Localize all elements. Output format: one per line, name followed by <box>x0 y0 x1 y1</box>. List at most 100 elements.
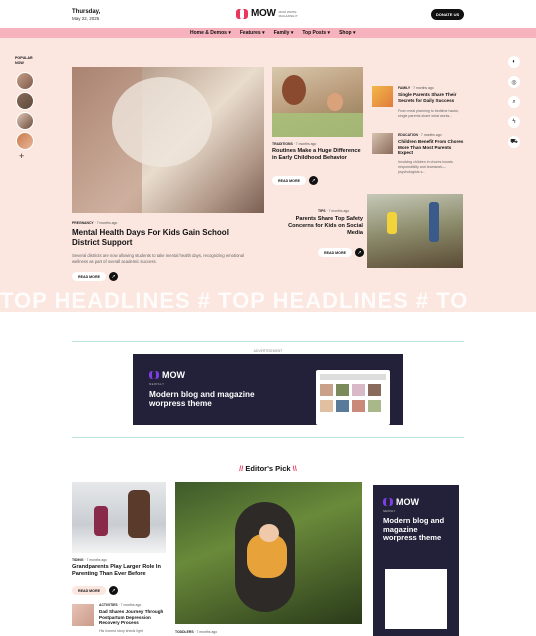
main-article-excerpt: Several districts are now allowing stude… <box>72 253 245 264</box>
article-title[interactable]: Dad Shares Journey Through Postpartum De… <box>99 609 169 626</box>
article-meta: TIDING · 7 months ago <box>72 558 108 562</box>
article-read-more[interactable]: READ MORE ↗ <box>72 586 118 595</box>
ad-headline: Modern blog and magazine worpress theme <box>383 516 445 543</box>
article-category[interactable]: TIDING <box>72 558 84 562</box>
target-icon[interactable]: ◎ <box>508 76 520 88</box>
read-more-label: READ MORE <box>272 176 306 185</box>
article-meta: TODDLERS · 7 months ago <box>175 630 218 634</box>
article-category[interactable]: EDUCATION <box>398 133 418 137</box>
current-day: Thursday, <box>72 9 101 15</box>
side-article-thumb[interactable] <box>372 86 393 107</box>
popular-thumb[interactable] <box>16 112 34 130</box>
popular-thumb[interactable] <box>16 132 34 150</box>
article-read-more[interactable]: READ MORE ↗ <box>318 248 364 257</box>
nav-family[interactable]: Family ▾ <box>274 30 294 36</box>
nav-home-demos[interactable]: Home & Demos ▾ <box>190 30 231 36</box>
arrow-right-icon: ↗ <box>308 176 318 185</box>
nav-features[interactable]: Features ▾ <box>240 30 265 36</box>
side-article-excerpt: From meal planning to bedtime hacks, sin… <box>398 109 459 119</box>
arrow-right-icon: ↗ <box>108 586 118 595</box>
slash-decoration: // <box>239 464 244 473</box>
main-article-meta: PREGNANCY · 7 months ago <box>72 221 118 225</box>
article-time: 7 months ago <box>120 603 142 607</box>
arrow-right-icon: ↗ <box>354 248 364 257</box>
article-read-more[interactable]: READ MORE ↗ <box>272 176 318 185</box>
article-category[interactable]: FAMILY <box>398 86 410 90</box>
article-category[interactable]: TRADITIONS <box>272 142 293 146</box>
slash-decoration: \\ <box>292 464 297 473</box>
ad-brand: MOW <box>396 497 419 507</box>
article-meta: TRADITIONS · 7 months ago <box>272 142 317 146</box>
article-time: 7 months ago <box>295 142 317 146</box>
article-time: 7 months ago <box>420 133 442 137</box>
article-category[interactable]: TODDLERS <box>175 630 194 634</box>
cart-icon[interactable]: ⛟ <box>508 136 520 148</box>
search-icon[interactable]: ⌕ <box>508 96 520 108</box>
ad-brand: MOW <box>162 370 185 380</box>
side-article-title[interactable]: Single Parents Share Their Secrets for D… <box>398 92 464 103</box>
lightning-icon[interactable]: ϟ <box>508 116 520 128</box>
logo-tagline: MOM WRITE MAGAZINE IT <box>278 9 298 18</box>
main-article-image[interactable] <box>72 67 264 213</box>
side-article-meta: EDUCATION · 7 months ago <box>398 133 442 137</box>
ad-headline: Modern blog and magazine worpress theme <box>149 390 255 409</box>
logo-text: MOW <box>251 8 276 19</box>
current-date: May 22, 2025 <box>72 16 100 21</box>
side-article-title[interactable]: Children Benefit From Chores More Than M… <box>398 139 464 156</box>
theme-screenshot <box>316 370 390 425</box>
article-time: 7 months ago <box>413 86 434 90</box>
article-title[interactable]: Parents Share Top Safety Concerns for Ki… <box>281 216 363 237</box>
article-image[interactable] <box>272 67 363 137</box>
article-time: 7 months ago <box>86 558 108 562</box>
article-category[interactable]: TIPS <box>318 209 326 213</box>
article-title[interactable]: Routines Make a Huge Difference in Early… <box>272 148 364 162</box>
top-bar: Thursday, May 22, 2025 MOW MOM WRITE MAG… <box>0 0 536 28</box>
theme-toggle-icon[interactable]: ◐ <box>508 56 520 68</box>
divider <box>72 437 464 438</box>
donate-button[interactable]: DONATE US <box>431 9 464 20</box>
article-thumb[interactable] <box>72 604 94 626</box>
article-time: 7 months ago <box>328 209 350 213</box>
article-title[interactable]: Grandparents Play Larger Role In Parenti… <box>72 564 168 578</box>
side-article-excerpt: Involving children in chores boosts resp… <box>398 160 453 175</box>
logo-icon <box>383 498 393 506</box>
article-time: 7 months ago <box>196 630 218 634</box>
read-more-label: READ MORE <box>72 272 106 281</box>
article-image[interactable] <box>367 194 463 268</box>
advertisement-banner[interactable]: MOW NEWSLY Modern blog and magazine worp… <box>133 354 403 425</box>
sidebar-advertisement[interactable]: MOW NEWSLY Modern blog and magazine worp… <box>373 485 459 636</box>
logo-icon <box>149 371 159 379</box>
editors-pick-heading: // Editor's Pick \\ <box>0 464 536 473</box>
popular-more-icon[interactable]: + <box>19 151 24 161</box>
hero-section: POPULAR NOW + PREGNANCY · 7 months ago M… <box>0 38 536 312</box>
nav-shop[interactable]: Shop ▾ <box>339 30 355 36</box>
article-meta: ACTIVITIES · 7 months ago <box>99 603 142 607</box>
popular-thumb[interactable] <box>16 72 34 90</box>
article-meta: TIPS · 7 months ago <box>318 209 350 213</box>
article-excerpt: His honest story sheds light <box>99 629 143 633</box>
logo-icon <box>236 8 248 19</box>
site-logo[interactable]: MOW MOM WRITE MAGAZINE IT <box>236 8 305 19</box>
theme-screenshot <box>385 569 447 629</box>
section-title: Editor's Pick <box>245 464 291 473</box>
featured-article-image[interactable] <box>175 482 362 624</box>
popular-now-label: POPULAR NOW <box>15 56 33 65</box>
side-article-meta: FAMILY · 7 months ago <box>398 86 434 90</box>
side-article-thumb[interactable] <box>372 133 393 154</box>
arrow-right-icon: ↗ <box>108 272 118 281</box>
article-category[interactable]: ACTIVITIES <box>99 603 118 607</box>
main-nav: Home & Demos ▾ Features ▾ Family ▾ Top P… <box>0 28 536 38</box>
main-article-category[interactable]: PREGNANCY <box>72 221 94 225</box>
popular-thumb[interactable] <box>16 92 34 110</box>
ad-label: ADVERTISEMENT <box>253 349 283 353</box>
ad-sub: NEWSLY <box>383 509 396 513</box>
top-headlines-watermark: TOP HEADLINES # TOP HEADLINES # TO <box>0 288 469 312</box>
main-article-time: 7 months ago <box>96 221 118 225</box>
main-article-title[interactable]: Mental Health Days For Kids Gain School … <box>72 228 258 248</box>
nav-top-posts[interactable]: Top Posts ▾ <box>302 30 330 36</box>
read-more-label: READ MORE <box>72 586 106 595</box>
divider <box>72 341 464 342</box>
article-image[interactable] <box>72 482 166 553</box>
ad-sub: NEWSLY <box>149 382 165 386</box>
main-article-read-more[interactable]: READ MORE ↗ <box>72 272 118 281</box>
